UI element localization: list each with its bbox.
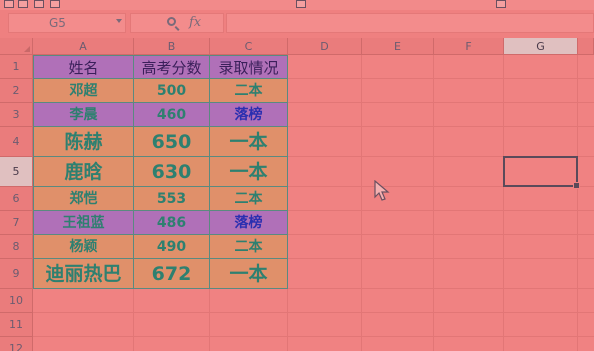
cell-score[interactable]: 553 (134, 187, 210, 211)
gridline-vertical (433, 55, 434, 351)
cell-score[interactable]: 490 (134, 235, 210, 259)
column-header-filler (578, 38, 594, 55)
column-header-a[interactable]: A (33, 38, 134, 55)
table-header-name[interactable]: 姓名 (33, 55, 134, 79)
toolbar-icon[interactable] (50, 0, 60, 8)
cell-name[interactable]: 王祖蓝 (33, 211, 134, 235)
column-header-e[interactable]: E (362, 38, 434, 55)
row-header-2[interactable]: 2 (0, 79, 33, 103)
cell-admission[interactable]: 二本 (210, 187, 288, 211)
toolbar-icon[interactable] (4, 0, 14, 8)
gridline-vertical (361, 55, 362, 351)
column-header-c[interactable]: C (210, 38, 288, 55)
column-header-g[interactable]: G (504, 38, 578, 55)
tab-icon[interactable] (496, 0, 506, 8)
row-header-8[interactable]: 8 (0, 235, 33, 259)
cell-admission[interactable]: 落榜 (210, 211, 288, 235)
spreadsheet-grid[interactable]: A B C D E F G 1 2 3 4 5 6 7 8 9 10 11 12 姓名 高考分数 录取情况 邓超 500 二本李… (0, 38, 594, 351)
cell-name[interactable]: 鹿晗 (33, 157, 134, 187)
row-header-3[interactable]: 3 (0, 103, 33, 127)
cell-score[interactable]: 500 (134, 79, 210, 103)
cell-admission[interactable]: 二本 (210, 79, 288, 103)
cell-name[interactable]: 陈赫 (33, 127, 134, 157)
table-header-score[interactable]: 高考分数 (134, 55, 210, 79)
row-header-1[interactable]: 1 (0, 55, 33, 79)
search-icon[interactable] (167, 17, 176, 26)
column-header-d[interactable]: D (288, 38, 362, 55)
row-header-12[interactable]: 12 (0, 337, 33, 351)
toolbar-icon[interactable] (34, 0, 44, 8)
cell-name[interactable]: 郑恺 (33, 187, 134, 211)
gridline-vertical (577, 55, 578, 351)
name-box[interactable]: G5 (8, 13, 126, 33)
cell-name[interactable]: 邓超 (33, 79, 134, 103)
cell-admission[interactable]: 落榜 (210, 103, 288, 127)
formula-input[interactable] (226, 13, 594, 33)
gridline-vertical (503, 55, 504, 351)
column-header-b[interactable]: B (134, 38, 210, 55)
gridline-horizontal (33, 312, 594, 313)
gridline-horizontal (33, 336, 594, 337)
cell-name[interactable]: 杨颖 (33, 235, 134, 259)
cell-admission[interactable]: 一本 (210, 157, 288, 187)
selected-cell[interactable] (503, 156, 580, 189)
cell-admission[interactable]: 二本 (210, 235, 288, 259)
table-header-admission[interactable]: 录取情况 (210, 55, 288, 79)
row-header-11[interactable]: 11 (0, 313, 33, 337)
cell-name[interactable]: 迪丽热巴 (33, 259, 134, 289)
cell-admission[interactable]: 一本 (210, 259, 288, 289)
row-header-4[interactable]: 4 (0, 127, 33, 157)
toolbar-icon[interactable] (18, 0, 28, 8)
row-header-5[interactable]: 5 (0, 157, 33, 187)
cell-score[interactable]: 630 (134, 157, 210, 187)
toolbar-strip (0, 0, 594, 10)
row-header-7[interactable]: 7 (0, 211, 33, 235)
select-all-corner[interactable] (0, 38, 33, 55)
mouse-cursor-icon (374, 180, 390, 201)
formula-tools: fx (130, 13, 224, 33)
fx-label[interactable]: fx (189, 15, 201, 30)
cell-score[interactable]: 650 (134, 127, 210, 157)
column-header-f[interactable]: F (434, 38, 504, 55)
cell-score[interactable]: 672 (134, 259, 210, 289)
chevron-down-icon[interactable] (116, 19, 122, 23)
cell-admission[interactable]: 一本 (210, 127, 288, 157)
cell-score[interactable]: 460 (134, 103, 210, 127)
cell-score[interactable]: 486 (134, 211, 210, 235)
tab-icon[interactable] (296, 0, 306, 8)
row-header-9[interactable]: 9 (0, 259, 33, 289)
fill-handle[interactable] (573, 182, 580, 189)
row-header-10[interactable]: 10 (0, 289, 33, 313)
row-header-6[interactable]: 6 (0, 187, 33, 211)
name-box-value: G5 (49, 16, 66, 30)
cell-name[interactable]: 李晨 (33, 103, 134, 127)
